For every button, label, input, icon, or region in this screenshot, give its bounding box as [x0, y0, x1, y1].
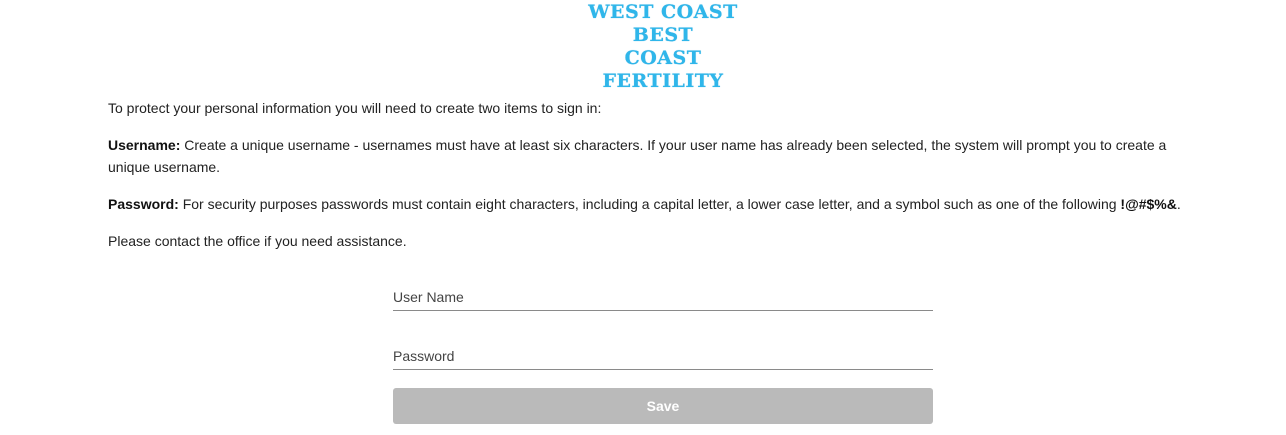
instructions-intro: To protect your personal information you…: [108, 100, 602, 116]
username-field-wrapper: [393, 285, 933, 311]
page: WEST COAST BEST COAST FERTILITY To prote…: [0, 0, 1286, 435]
logo-line-1: WEST COAST BEST: [588, 1, 738, 46]
password-input[interactable]: [393, 344, 933, 368]
instructions-password: Password: For security purposes password…: [108, 193, 1208, 215]
password-rule-text: For security purposes passwords must con…: [178, 196, 1121, 212]
save-button[interactable]: Save: [393, 388, 933, 424]
password-rule-end: .: [1176, 196, 1181, 212]
password-symbols: !@#$%&: [1120, 196, 1177, 212]
username-rule-text: Create a unique username - usernames mus…: [108, 137, 1167, 175]
instructions-username: Username: Create a unique username - use…: [108, 134, 1208, 178]
username-input[interactable]: [393, 285, 933, 309]
sign-up-form: Save: [393, 285, 933, 424]
password-rule-label: Password:: [108, 196, 179, 212]
logo-line-2: COAST FERTILITY: [602, 47, 724, 92]
instructions: To protect your personal information you…: [108, 97, 1208, 267]
username-rule-label: Username:: [108, 137, 181, 153]
password-field-wrapper: [393, 344, 933, 370]
instructions-contact: Please contact the office if you need as…: [108, 233, 407, 249]
logo: WEST COAST BEST COAST FERTILITY: [563, 1, 763, 93]
